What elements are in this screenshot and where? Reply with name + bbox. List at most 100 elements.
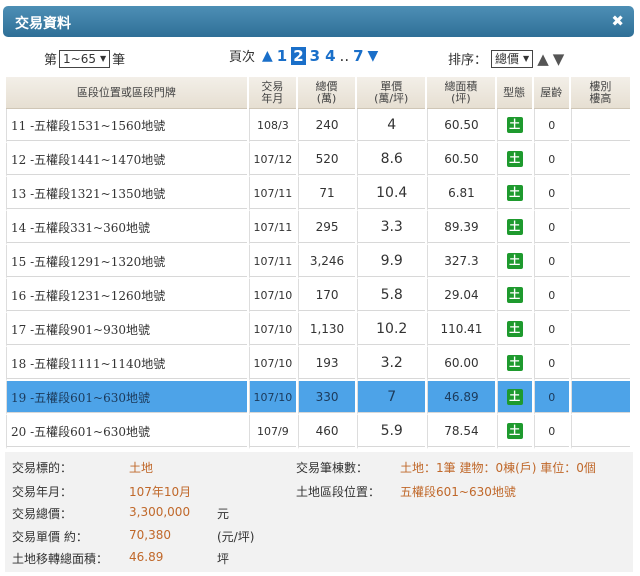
sort-ascending-icon[interactable]: ▲	[537, 50, 549, 68]
detail-ym-label: 交易年月：	[12, 485, 73, 499]
page-link-4[interactable]: 4	[324, 47, 336, 65]
cell-age: 0	[533, 143, 569, 177]
cell-floor	[570, 245, 630, 279]
detail-ym-value: 107年10月	[129, 485, 192, 499]
table-row[interactable]: 15 -五權段1291~1320地號 107/11 3,246 9.9 327.3 土 0	[6, 245, 630, 279]
table-header: 區段位置或區段門牌 交易 年月 總價 (萬) 單價 (萬/坪) 總面積 (坪) 型態 屋齡 樓別 樓高	[6, 77, 630, 109]
cell-loc: 14 -五權段331~360地號	[6, 211, 247, 245]
detail-area-value: 46.89	[129, 550, 164, 564]
page-label: 頁次	[229, 50, 256, 65]
detail-total-value: 3,300,000	[129, 505, 191, 519]
cell-area: 60.50	[427, 109, 495, 143]
cell-type: 土	[496, 177, 532, 211]
cell-age: 0	[533, 279, 569, 313]
page-link-1[interactable]: 1	[276, 47, 288, 65]
cell-type: 土	[496, 347, 532, 381]
detail-count: 交易筆棟數： 土地：1筆 建物：0棟(戶) 車位：0個	[296, 459, 596, 476]
table-row[interactable]: 19 -五權段601~630地號 107/10 330 7 46.89 土 0	[6, 381, 630, 415]
table-row[interactable]: 17 -五權段901~930地號 107/10 1,130 10.2 110.41 土 0	[6, 313, 630, 347]
table-row[interactable]: 16 -五權段1231~1260地號 107/10 170 5.8 29.04 土 0	[6, 279, 630, 313]
detail-target-label: 交易標的：	[12, 461, 73, 475]
cell-total: 240	[297, 109, 356, 143]
page-link-last[interactable]: 7	[352, 47, 364, 65]
cell-ym: 107/9	[248, 415, 296, 449]
cell-type: 土	[496, 245, 532, 279]
sort-select[interactable]: 總價 ▼	[491, 49, 534, 68]
prev-page-icon[interactable]: ▲	[262, 48, 273, 64]
table-row[interactable]: 18 -五權段1111~1140地號 107/10 193 3.2 60.00 土 0	[6, 347, 630, 381]
land-type-icon: 土	[506, 151, 523, 167]
cell-loc: 17 -五權段901~930地號	[6, 313, 247, 347]
land-type-icon: 土	[506, 219, 523, 235]
page-links: 1234	[276, 46, 337, 65]
cell-age: 0	[533, 347, 569, 381]
column-header[interactable]: 型態	[496, 77, 532, 109]
column-header[interactable]: 總面積 (坪)	[427, 77, 495, 109]
land-type-icon: 土	[506, 287, 523, 303]
cell-unit: 4	[357, 109, 426, 143]
column-header[interactable]: 總價 (萬)	[297, 77, 356, 109]
column-header[interactable]: 區段位置或區段門牌	[6, 77, 247, 109]
cell-total: 3,246	[297, 245, 356, 279]
cell-unit: 9.9	[357, 245, 426, 279]
cell-ym: 107/10	[248, 313, 296, 347]
cell-unit: 3.2	[357, 347, 426, 381]
cell-loc: 12 -五權段1441~1470地號	[6, 143, 247, 177]
column-header-label: 屋齡	[540, 85, 563, 99]
cell-loc: 19 -五權段601~630地號	[6, 381, 247, 415]
land-type-icon: 土	[506, 321, 523, 337]
table-row[interactable]: 20 -五權段601~630地號 107/9 460 5.9 78.54 土 0	[6, 415, 630, 449]
chevron-down-icon: ▼	[523, 54, 530, 63]
table-body: 11 -五權段1531~1560地號 108/3 240 4 60.50 土 0 12 -五權…	[6, 109, 630, 449]
detail-section-label: 土地區段位置：	[296, 485, 381, 499]
land-type-icon: 土	[506, 389, 523, 405]
cell-unit: 3.3	[357, 211, 426, 245]
cell-unit: 10.2	[357, 313, 426, 347]
chevron-down-icon: ▼	[99, 54, 107, 63]
column-header-label: (萬/坪)	[374, 91, 409, 105]
cell-area: 6.81	[427, 177, 495, 211]
cell-type: 土	[496, 381, 532, 415]
cell-loc: 18 -五權段1111~1140地號	[6, 347, 247, 381]
dialog-titlebar: 交易資料 ✖	[3, 6, 634, 37]
cell-type: 土	[496, 279, 532, 313]
cell-ym: 107/11	[248, 245, 296, 279]
detail-area-label: 土地移轉總面積：	[12, 552, 109, 566]
cell-area: 110.41	[427, 313, 495, 347]
detail-target: 交易標的： 土地	[12, 459, 153, 476]
detail-unit-unit: (元/坪)	[217, 530, 255, 544]
cell-floor	[570, 381, 630, 415]
cell-ym: 107/10	[248, 381, 296, 415]
detail-count-value: 土地：1筆 建物：0棟(戶) 車位：0個	[400, 461, 596, 475]
cell-floor	[570, 109, 630, 143]
sort-descending-icon[interactable]: ▼	[553, 50, 565, 68]
table-row[interactable]: 14 -五權段331~360地號 107/11 295 3.3 89.39 土 0	[6, 211, 630, 245]
column-header[interactable]: 單價 (萬/坪)	[357, 77, 426, 109]
cell-age: 0	[533, 415, 569, 449]
column-header[interactable]: 樓別 樓高	[570, 77, 630, 109]
cell-type: 土	[496, 211, 532, 245]
table-row[interactable]: 11 -五權段1531~1560地號 108/3 240 4 60.50 土 0	[6, 109, 630, 143]
cell-type: 土	[496, 109, 532, 143]
column-header[interactable]: 屋齡	[533, 77, 569, 109]
cell-area: 29.04	[427, 279, 495, 313]
table-row[interactable]: 12 -五權段1441~1470地號 107/12 520 8.6 60.50 土 0	[6, 143, 630, 177]
close-icon[interactable]: ✖	[611, 12, 624, 30]
land-type-icon: 土	[506, 423, 523, 439]
column-header[interactable]: 交易 年月	[248, 77, 296, 109]
page-link-2[interactable]: 2	[291, 46, 306, 65]
cell-total: 170	[297, 279, 356, 313]
cell-age: 0	[533, 245, 569, 279]
page-link-3[interactable]: 3	[309, 47, 321, 65]
cell-type: 土	[496, 313, 532, 347]
cell-unit: 5.9	[357, 415, 426, 449]
next-page-icon[interactable]: ▼	[368, 48, 379, 64]
column-header-label: 樓高	[589, 91, 612, 105]
cell-type: 土	[496, 143, 532, 177]
cell-floor	[570, 313, 630, 347]
detail-unit-label: 交易單價 約：	[12, 530, 88, 544]
record-range-select[interactable]: 1~65 ▼	[59, 49, 111, 68]
table-row[interactable]: 13 -五權段1321~1350地號 107/11 71 10.4 6.81 土 0	[6, 177, 630, 211]
dialog-title: 交易資料	[15, 16, 71, 32]
cell-total: 193	[297, 347, 356, 381]
